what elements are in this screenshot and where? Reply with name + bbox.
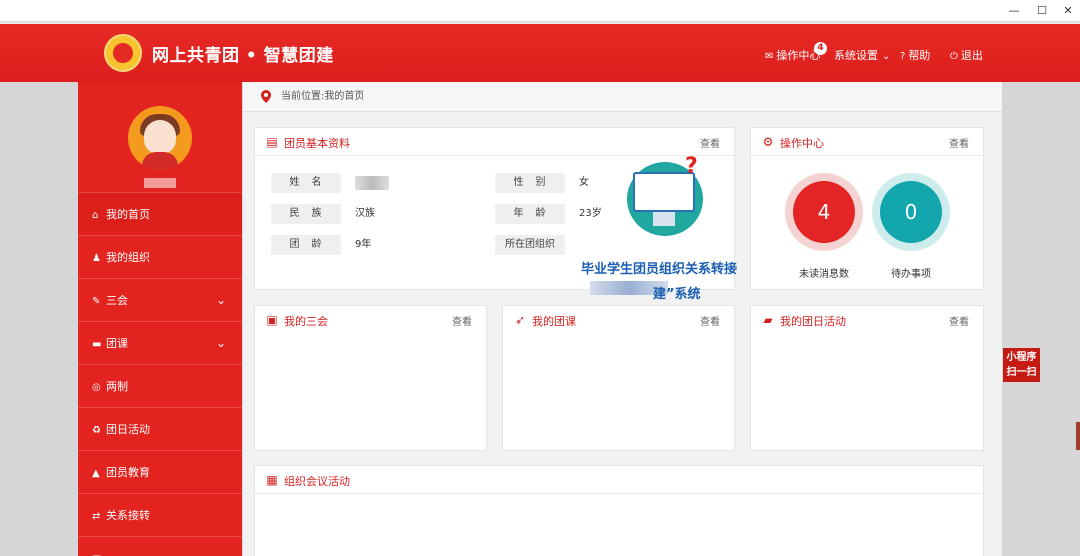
- location-pin-icon: [261, 90, 271, 103]
- sidebar-item-relation-transfer[interactable]: ⇄ 关系接转: [78, 493, 242, 536]
- chevron-down-icon: ⌄: [215, 293, 226, 307]
- card-title: 我的团日活动: [780, 315, 846, 328]
- member-info-card: ▤ 团员基本资料 查看 姓 名 民 族 汉族 团 龄 9年 性 别 女 年 龄 …: [254, 127, 737, 302]
- help-link[interactable]: ? 帮助: [900, 47, 930, 63]
- chevron-down-icon: ⌄: [882, 51, 891, 62]
- todo-count: 0: [880, 181, 942, 243]
- org-meeting-card: ▦ 组织会议活动: [254, 465, 984, 556]
- chevron-down-icon: ⌄: [216, 537, 226, 556]
- league-class-card: ➶ 我的团课 查看: [502, 305, 735, 451]
- app-title: 网上共青团 • 智慧团建: [152, 46, 334, 66]
- view-more-link[interactable]: 查看: [700, 135, 720, 150]
- league-emblem-logo: [104, 34, 142, 72]
- breadcrumb: 当前位置:我的首页: [243, 82, 1002, 112]
- field-label-ethnicity: 民 族: [271, 204, 341, 224]
- view-more-link[interactable]: 查看: [949, 135, 969, 150]
- operations-badge: 4: [814, 42, 827, 55]
- field-label-league-age: 团 龄: [271, 235, 341, 255]
- edge-handle[interactable]: [1076, 422, 1080, 450]
- field-label-name: 姓 名: [271, 173, 341, 193]
- minimize-button[interactable]: —: [1000, 2, 1028, 20]
- chat-icon: ▰: [763, 313, 773, 327]
- question-mark-icon: ?: [685, 154, 698, 179]
- field-value-league-age: 9年: [355, 239, 372, 250]
- chevron-down-icon: ⌄: [215, 336, 226, 350]
- breadcrumb-text: 当前位置:我的首页: [281, 91, 365, 102]
- name-redacted: [355, 176, 389, 190]
- promo-subtitle[interactable]: 毕业学生团员组织关系转接: [581, 258, 737, 277]
- sidebar-item-two-systems[interactable]: ◎ 两制: [78, 364, 242, 407]
- view-more-link[interactable]: 查看: [452, 313, 472, 328]
- mini-program-qr-button[interactable]: 小程序 扫一扫: [1003, 348, 1040, 382]
- system-settings-menu[interactable]: 系统设置 ⌄: [834, 47, 893, 63]
- edit-icon: ✎: [92, 296, 101, 307]
- view-more-link[interactable]: 查看: [700, 313, 720, 328]
- app-header: 网上共青团 • 智慧团建 ✉ 操作中心 4 系统设置 ⌄ ? 帮助 ⏻ 退出: [0, 24, 1080, 82]
- recycle-icon: ♻: [92, 425, 101, 436]
- operations-card: ⚙ 操作中心 查看 4 未读消息数 0 待办事项: [750, 127, 984, 290]
- power-icon: ⏻: [950, 51, 958, 62]
- view-more-link[interactable]: 查看: [949, 313, 969, 328]
- unread-count: 4: [793, 181, 855, 243]
- sidebar-item-home[interactable]: ⌂ 我的首页: [78, 192, 242, 235]
- three-meetings-card: ▣ 我的三会 查看: [254, 305, 487, 451]
- gear-icon: ⚙: [762, 135, 774, 149]
- field-label-gender: 性 别: [495, 173, 565, 193]
- card-title: 我的三会: [284, 315, 328, 328]
- transfer-icon: ⇄: [92, 511, 101, 522]
- card-title: 团员基本资料: [284, 137, 350, 150]
- envelope-icon: ✉: [765, 51, 774, 62]
- sidebar-item-member-education[interactable]: ▲ 团员教育: [78, 450, 242, 493]
- document-icon: ■: [92, 538, 106, 556]
- question-icon: ?: [900, 51, 906, 62]
- operations-center-link[interactable]: ✉ 操作中心: [765, 47, 820, 63]
- sidebar-item-three-meetings[interactable]: ✎ 三会 ⌄: [78, 278, 242, 321]
- card-title: 我的团课: [532, 315, 576, 328]
- sidebar: ⌂ 我的首页 ♟ 我的组织 ✎ 三会 ⌄ ▬ 团课 ⌄ ◎ 两制 ♻ 团日活动 ▲ 团员教育 …: [78, 82, 242, 556]
- promo-illustration: ?: [627, 156, 703, 236]
- id-card-icon: ▤: [266, 135, 278, 149]
- window-titlebar: — ☐ ✕: [0, 0, 1080, 22]
- sidebar-item-league-class[interactable]: ▬ 团课 ⌄: [78, 321, 242, 364]
- unread-messages-indicator[interactable]: 4: [785, 173, 863, 251]
- graduation-cap-icon: ▲: [92, 468, 100, 479]
- rocket-icon: ➶: [514, 313, 526, 327]
- sidebar-item-league-day[interactable]: ♻ 团日活动: [78, 407, 242, 450]
- folder-icon: ▬: [92, 339, 102, 350]
- group-icon: ♟: [92, 253, 101, 264]
- maximize-button[interactable]: ☐: [1028, 2, 1056, 20]
- field-value-name: [355, 173, 389, 193]
- field-label-org: 所在团组织: [495, 235, 565, 255]
- field-value-gender: 女: [579, 177, 589, 188]
- card-title: 操作中心: [780, 137, 824, 150]
- target-icon: ◎: [92, 382, 101, 393]
- field-label-age: 年 龄: [495, 204, 565, 224]
- sidebar-item-more[interactable]: ■ ⌄: [78, 536, 242, 556]
- logout-link[interactable]: ⏻ 退出: [950, 47, 983, 63]
- book-icon: ▦: [266, 473, 278, 487]
- left-gutter: [0, 82, 78, 556]
- unread-label: 未读消息数: [799, 269, 849, 280]
- promo-title: 建”系统: [653, 287, 701, 302]
- user-name-redacted: [144, 178, 176, 188]
- todo-indicator[interactable]: 0: [872, 173, 950, 251]
- home-icon: ⌂: [92, 210, 99, 221]
- close-button[interactable]: ✕: [1054, 2, 1080, 20]
- calendar-icon: ▣: [266, 313, 278, 327]
- card-title: 组织会议活动: [284, 475, 350, 488]
- main-content: 当前位置:我的首页 ▤ 团员基本资料 查看 姓 名 民 族 汉族 团 龄 9年 …: [243, 82, 1002, 556]
- todo-label: 待办事项: [891, 269, 931, 280]
- sidebar-item-my-org[interactable]: ♟ 我的组织: [78, 235, 242, 278]
- field-value-age: 23岁: [579, 208, 602, 219]
- user-avatar[interactable]: [128, 106, 192, 170]
- right-gutter: [1002, 82, 1080, 556]
- league-day-card: ▰ 我的团日活动 查看: [750, 305, 984, 451]
- field-value-ethnicity: 汉族: [355, 208, 375, 219]
